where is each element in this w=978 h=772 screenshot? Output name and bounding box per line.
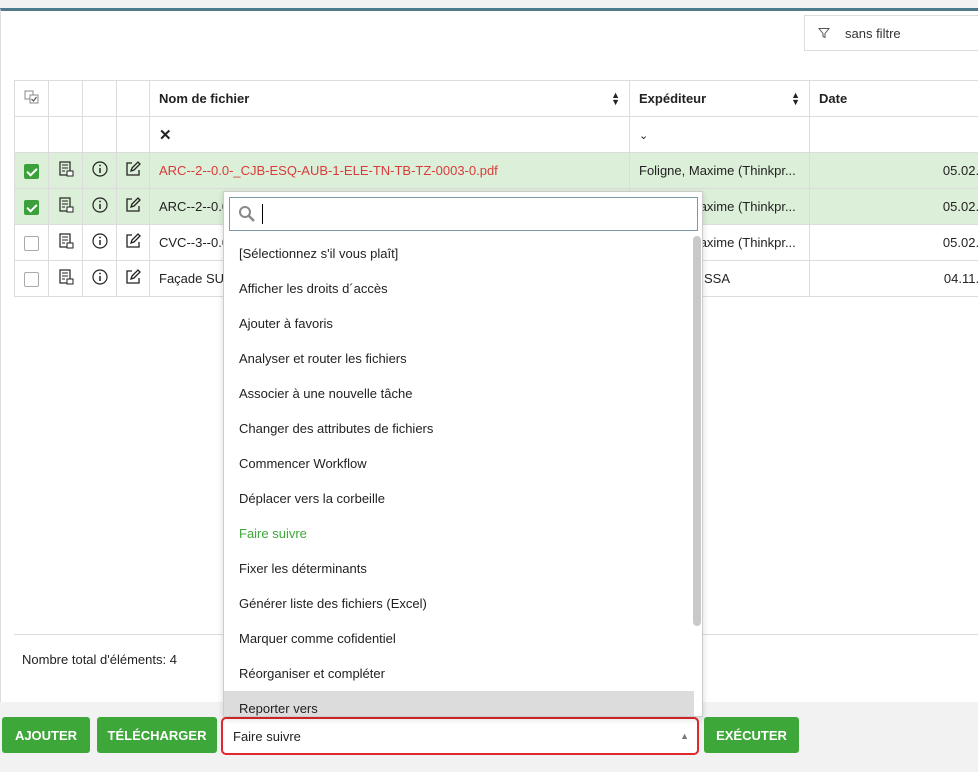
info-icon[interactable] bbox=[91, 161, 108, 177]
add-button[interactable]: AJOUTER bbox=[2, 717, 90, 753]
edit-icon[interactable] bbox=[125, 269, 141, 285]
row-checkbox[interactable] bbox=[14, 260, 49, 297]
caret-up-icon: ▲ bbox=[680, 731, 689, 741]
header-filename[interactable]: Nom de fichier ▲ ▼ bbox=[149, 80, 630, 117]
header-filename-label: Nom de fichier bbox=[159, 91, 250, 106]
edit-icon[interactable] bbox=[125, 197, 141, 213]
search-icon bbox=[239, 206, 255, 222]
dropdown-option[interactable]: Déplacer vers la corbeille bbox=[224, 481, 694, 516]
dropdown-option[interactable]: Analyser et router les fichiers bbox=[224, 341, 694, 376]
checkbox-checked[interactable] bbox=[24, 163, 39, 179]
header-sender-label: Expéditeur bbox=[639, 91, 707, 106]
select-all-icon bbox=[24, 90, 39, 104]
info-cell[interactable] bbox=[82, 188, 117, 225]
date-cell: 04.11.2024 bbox=[809, 260, 978, 297]
total-count: Nombre total d'éléments: 4 bbox=[22, 652, 177, 667]
dropdown-options: [Sélectionnez s'il vous plaît] Afficher l… bbox=[224, 236, 694, 716]
file-properties-icon[interactable] bbox=[58, 269, 74, 285]
filter-label: sans filtre bbox=[845, 25, 901, 41]
dropdown-option[interactable]: Reporter vers bbox=[224, 691, 694, 716]
row-checkbox[interactable] bbox=[14, 224, 49, 261]
select-all-toggle[interactable] bbox=[14, 80, 49, 117]
edit-icon[interactable] bbox=[125, 233, 141, 249]
dropdown-option[interactable]: Marquer comme cofidentiel bbox=[224, 621, 694, 656]
properties-cell[interactable] bbox=[48, 224, 83, 261]
edit-cell[interactable] bbox=[116, 188, 150, 225]
filter-cell-empty bbox=[82, 116, 117, 153]
edit-cell[interactable] bbox=[116, 224, 150, 261]
dropdown-option[interactable]: Générer liste des fichiers (Excel) bbox=[224, 586, 694, 621]
checkbox-checked[interactable] bbox=[24, 199, 39, 215]
dropdown-option[interactable]: Faire suivre bbox=[224, 516, 694, 551]
file-properties-icon[interactable] bbox=[58, 161, 74, 177]
file-properties-icon[interactable] bbox=[58, 233, 74, 249]
dropdown-option[interactable]: Afficher les droits d´accès bbox=[224, 271, 694, 306]
action-select-value: Faire suivre bbox=[233, 728, 301, 744]
chevron-down-icon[interactable]: ⌄ bbox=[639, 130, 648, 142]
date-cell: 05.02.2025 bbox=[809, 188, 978, 225]
filename-filter[interactable]: ✕ bbox=[149, 116, 630, 153]
filter-icon bbox=[817, 26, 831, 40]
dropdown-option[interactable]: [Sélectionnez s'il vous plaît] bbox=[224, 236, 694, 271]
header-date[interactable]: Date▲▼ bbox=[809, 80, 978, 117]
dropdown-option[interactable]: Commencer Workflow bbox=[224, 446, 694, 481]
filter-cell-empty bbox=[14, 116, 49, 153]
sender-filter[interactable]: ⌄ bbox=[629, 116, 810, 153]
header-date-label: Date bbox=[819, 91, 848, 106]
row-checkbox[interactable] bbox=[14, 152, 49, 189]
text-caret bbox=[262, 204, 263, 224]
action-select[interactable]: Faire suivre ▲ bbox=[221, 717, 699, 755]
header-sender[interactable]: Expéditeur ▲ ▼ bbox=[629, 80, 810, 117]
edit-cell[interactable] bbox=[116, 152, 150, 189]
execute-button[interactable]: EXÉCUTER bbox=[704, 717, 799, 753]
header-cell-empty bbox=[82, 80, 117, 117]
sender-cell: Foligne, Maxime (Thinkpr... bbox=[629, 152, 810, 189]
date-cell: 05.02.2025 bbox=[809, 224, 978, 261]
dropdown-option[interactable]: Associer à une nouvelle tâche bbox=[224, 376, 694, 411]
edit-icon[interactable] bbox=[125, 161, 141, 177]
file-properties-icon[interactable] bbox=[58, 197, 74, 213]
checkbox-unchecked[interactable] bbox=[24, 271, 39, 287]
dropdown-option[interactable]: Ajouter à favoris bbox=[224, 306, 694, 341]
header-cell-empty bbox=[116, 80, 150, 117]
info-icon[interactable] bbox=[91, 233, 108, 249]
filter-row: ✕ ⌄ bbox=[14, 116, 978, 153]
header-cell-empty bbox=[48, 80, 83, 117]
dropdown-option[interactable]: Fixer les déterminants bbox=[224, 551, 694, 586]
date-filter[interactable] bbox=[809, 116, 978, 153]
info-cell[interactable] bbox=[82, 260, 117, 297]
sort-icon: ▲ ▼ bbox=[611, 89, 620, 107]
download-button[interactable]: TÉLÉCHARGER bbox=[97, 717, 217, 753]
properties-cell[interactable] bbox=[48, 260, 83, 297]
dropdown-scrollbar[interactable] bbox=[693, 236, 701, 626]
sort-icon: ▲ ▼ bbox=[791, 89, 800, 107]
properties-cell[interactable] bbox=[48, 152, 83, 189]
clear-filter-icon[interactable]: ✕ bbox=[159, 127, 172, 144]
edit-cell[interactable] bbox=[116, 260, 150, 297]
filter-cell-empty bbox=[116, 116, 150, 153]
filter-cell-empty bbox=[48, 116, 83, 153]
info-cell[interactable] bbox=[82, 152, 117, 189]
table-row[interactable]: ARC--2--0.0-_CJB-ESQ-AUB-1-ELE-TN-TB-TZ-… bbox=[14, 152, 978, 189]
properties-cell[interactable] bbox=[48, 188, 83, 225]
action-dropdown: [Sélectionnez s'il vous plaît] Afficher l… bbox=[223, 191, 703, 717]
checkbox-unchecked[interactable] bbox=[24, 235, 39, 251]
dropdown-option[interactable]: Réorganiser et compléter bbox=[224, 656, 694, 691]
filter-selector[interactable]: sans filtre bbox=[804, 15, 978, 51]
dropdown-option[interactable]: Changer des attributes de fichiers bbox=[224, 411, 694, 446]
filename-cell[interactable]: ARC--2--0.0-_CJB-ESQ-AUB-1-ELE-TN-TB-TZ-… bbox=[149, 152, 630, 189]
info-icon[interactable] bbox=[91, 269, 108, 285]
info-icon[interactable] bbox=[91, 197, 108, 213]
date-cell: 05.02.2025 bbox=[809, 152, 978, 189]
row-checkbox[interactable] bbox=[14, 188, 49, 225]
info-cell[interactable] bbox=[82, 224, 117, 261]
table-header-row: Nom de fichier ▲▼ Expéditeur ▲▼ Date▲▼ bbox=[14, 80, 978, 117]
dropdown-search-input[interactable] bbox=[229, 197, 698, 231]
